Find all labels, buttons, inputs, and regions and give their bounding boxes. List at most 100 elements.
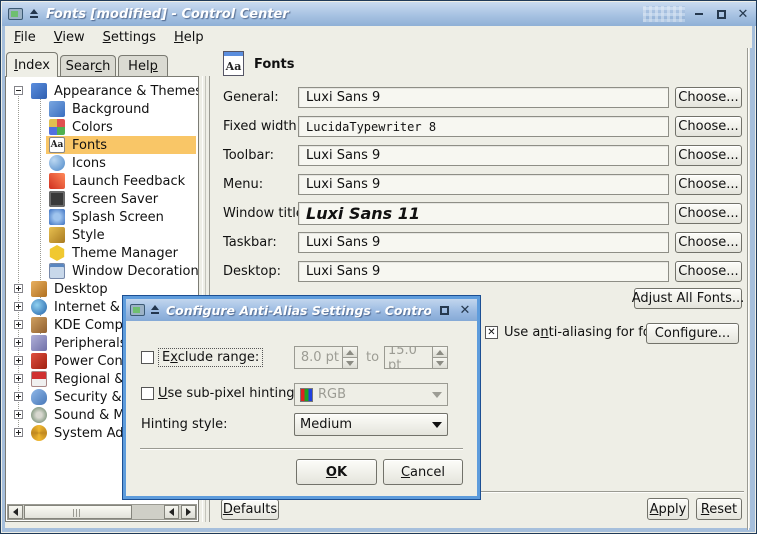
apply-button-label: Apply [650,502,687,517]
sidebar-horizontal-scrollbar[interactable] [7,504,197,520]
apply-button[interactable]: Apply [647,498,689,520]
expand-toggle-icon[interactable] [14,374,23,383]
tree-item-fonts[interactable]: AaFonts [6,136,199,154]
tree-item-launch-feedback[interactable]: Launch Feedback [6,172,199,190]
window-frame-right [750,26,755,532]
shade-icon[interactable] [29,9,40,19]
font-row-label: Window title: [223,203,308,224]
tab-search-label: Search [66,59,111,74]
tree-item-label: Theme Manager [72,246,178,261]
choose-button-toolbar[interactable]: Choose... [675,145,742,166]
expand-toggle-icon[interactable] [14,410,23,419]
tree-item-theme-manager[interactable]: Theme Manager [6,244,199,262]
choose-button-label: Choose... [678,206,738,221]
window-decorations-icon [49,263,65,279]
minimize-button[interactable] [691,6,707,22]
font-row-label: Menu: [223,174,263,195]
power-control-icon [31,353,47,369]
app-icon [8,8,23,20]
hinting-style-combobox[interactable]: Medium [294,413,448,436]
collapse-toggle-icon[interactable] [14,86,23,95]
dialog-app-icon [130,304,145,316]
scroll-right-button[interactable] [181,505,196,519]
expand-toggle-icon[interactable] [14,338,23,347]
menu-file[interactable]: File [5,28,45,47]
screen-saver-icon [49,191,65,207]
tree-item-window-decorations[interactable]: Window Decorations [6,262,199,280]
expand-toggle-icon[interactable] [14,392,23,401]
dialog-body: Exclude range: 8.0 pt to 15.0 pt Use sub… [126,321,477,496]
expand-toggle-icon[interactable] [14,356,23,365]
defaults-button[interactable]: Defaults [221,499,279,520]
maximize-icon [440,306,449,315]
subpixel-hinting-label[interactable]: Use sub-pixel hinting: [158,386,299,401]
expand-toggle-icon[interactable] [14,428,23,437]
tab-search[interactable]: Search [60,55,116,77]
spin-up-icon [343,347,357,358]
subpixel-type-combobox: RGB [294,383,448,406]
exclude-range-label[interactable]: Exclude range: [158,348,263,367]
tree-item-background[interactable]: Background [6,100,199,118]
expand-toggle-icon[interactable] [14,284,23,293]
tree-item-icons[interactable]: Icons [6,154,199,172]
menu-help[interactable]: Help [165,28,213,47]
tree-item-label: Colors [72,120,113,135]
scroll-left-button-2[interactable] [164,505,179,519]
antialias-checkbox[interactable]: ✕ [485,326,498,339]
dialog-close-button[interactable]: ✕ [457,302,473,318]
tab-index[interactable]: Index [6,52,58,77]
choose-button-fixed-width[interactable]: Choose... [675,116,742,137]
tree-item-screen-saver[interactable]: Screen Saver [6,190,199,208]
choose-button-label: Choose... [678,119,738,134]
menu-view[interactable]: View [45,28,94,47]
scroll-left-button[interactable] [8,505,23,519]
tree-item-style[interactable]: Style [6,226,199,244]
adjust-all-fonts-button[interactable]: Adjust All Fonts... [634,288,742,309]
dialog-titlebar[interactable]: Configure Anti-Alias Settings - Control … [126,299,477,321]
tree-item-colors[interactable]: Colors [6,118,199,136]
choose-button-menu[interactable]: Choose... [675,174,742,195]
minimize-icon [695,13,703,15]
subpixel-hinting-checkbox[interactable] [141,387,154,400]
tree-item-label: Peripherals [54,336,127,351]
content-right-edge [747,48,749,530]
arrow-right-icon [186,508,191,516]
tree-item-splash-screen[interactable]: Splash Screen [6,208,199,226]
tree-item-label: Window Decorations [72,264,199,279]
tab-help[interactable]: Help [118,55,168,77]
dialog-shade-icon[interactable] [150,305,161,315]
dialog-maximize-button[interactable] [436,302,452,318]
font-preview-window-title: Luxi Sans 11 [298,202,669,225]
close-button[interactable]: ✕ [735,6,751,22]
expand-toggle-icon[interactable] [14,320,23,329]
window-titlebar[interactable]: Fonts [modified] - Control Center ✕ [2,2,757,26]
reset-button-label: Reset [701,502,737,517]
icons-icon [49,155,65,171]
titlebar-pattern [643,6,685,22]
font-row-label: General: [223,87,279,108]
choose-button-taskbar[interactable]: Choose... [675,232,742,253]
choose-button-general[interactable]: Choose... [675,87,742,108]
dialog-title: Configure Anti-Alias Settings - Control … [166,303,431,318]
spin-up-icon [433,347,447,358]
range-to-value: 15.0 pt [385,347,432,368]
cancel-button[interactable]: Cancel [383,459,463,485]
tree-item-label: Splash Screen [72,210,164,225]
tree-item-label: Icons [72,156,106,171]
configure-button-label: Configure... [655,326,730,341]
configure-button[interactable]: Configure... [646,323,739,344]
ok-button[interactable]: OK [296,459,377,485]
maximize-button[interactable] [713,6,729,22]
background-icon [49,101,65,117]
menu-settings[interactable]: Settings [94,28,165,47]
expand-toggle-icon[interactable] [14,302,23,311]
hinting-style-label: Hinting style: [141,417,228,432]
defaults-button-label: Defaults [223,502,277,517]
choose-button-window-title[interactable]: Choose... [675,203,742,224]
reset-button[interactable]: Reset [696,498,742,520]
font-preview-general: Luxi Sans 9 [298,87,669,108]
tree-item-appearance-themes[interactable]: Appearance & Themes [6,82,199,100]
exclude-range-checkbox[interactable] [141,351,154,364]
choose-button-desktop[interactable]: Choose... [675,261,742,282]
scrollbar-thumb[interactable] [24,505,132,519]
